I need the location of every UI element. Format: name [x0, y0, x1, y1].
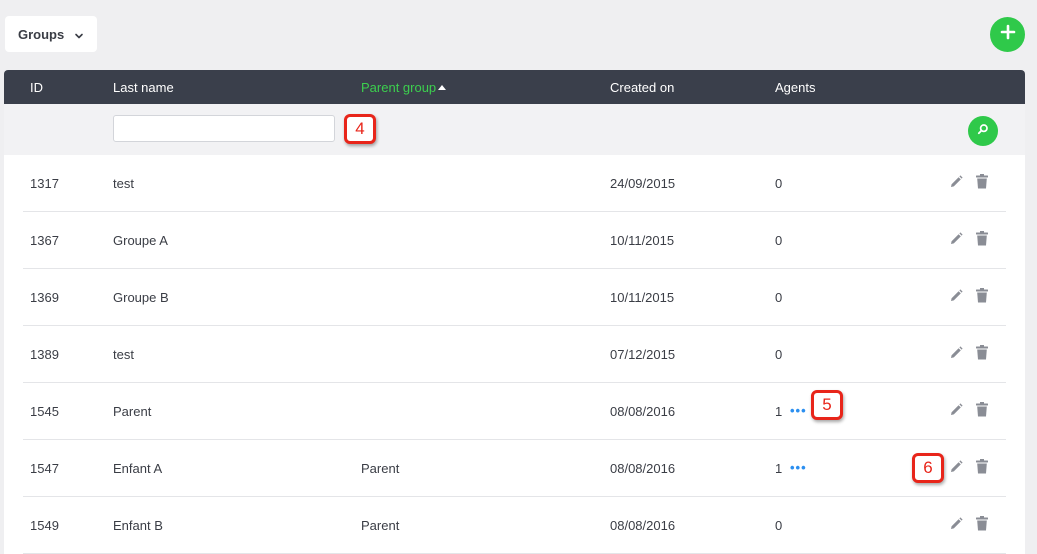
row-id: 1369 — [30, 290, 59, 305]
row-id: 1549 — [30, 518, 59, 533]
row-created-on: 10/11/2015 — [610, 233, 675, 248]
trash-icon[interactable] — [976, 288, 988, 303]
row-last-name: test — [113, 176, 134, 191]
groups-dropdown[interactable]: Groups — [5, 16, 97, 52]
pencil-icon[interactable] — [949, 175, 963, 189]
table-header: ID Last name Parent group Created on Age… — [4, 70, 1025, 104]
plus-icon — [1000, 24, 1016, 45]
trash-icon[interactable] — [976, 174, 988, 189]
row-agents-count: 0 — [775, 347, 783, 362]
row-created-on: 10/11/2015 — [610, 290, 675, 305]
row-agents-count: 0 — [775, 233, 783, 248]
table-row: 1367 Groupe A 10/11/2015 0 — [4, 212, 1025, 269]
row-id: 1317 — [30, 176, 59, 191]
search-button[interactable] — [968, 116, 998, 146]
column-header-parent-group[interactable]: Parent group — [361, 80, 447, 95]
agents-more-button[interactable]: ••• — [790, 403, 807, 418]
row-created-on: 24/09/2015 — [610, 176, 676, 191]
row-created-on: 08/08/2016 — [610, 404, 676, 419]
filter-row: 4 — [4, 104, 1025, 155]
table-row: 1317 test 24/09/2015 0 — [4, 155, 1025, 212]
pencil-icon[interactable] — [949, 517, 963, 531]
pencil-icon[interactable] — [949, 403, 963, 417]
table-row: 1547 Enfant A Parent 08/08/2016 1 ••• 6 — [4, 440, 1025, 497]
row-last-name: Groupe B — [113, 290, 169, 305]
annotation-badge-5: 5 — [811, 390, 843, 420]
sort-ascending-icon — [438, 80, 447, 90]
row-agents-count: 0 — [775, 290, 783, 305]
table-row: 1369 Groupe B 10/11/2015 0 — [4, 269, 1025, 326]
column-header-parent-group-label: Parent group — [361, 80, 437, 95]
row-created-on: 08/08/2016 — [610, 461, 676, 476]
chevron-down-icon — [74, 29, 84, 39]
row-agents-count: 0 — [775, 176, 783, 191]
table-row: 1389 test 07/12/2015 0 — [4, 326, 1025, 383]
row-parent-group: Parent — [361, 461, 400, 476]
row-last-name: Enfant B — [113, 518, 163, 533]
row-last-name: test — [113, 347, 134, 362]
column-header-agents[interactable]: Agents — [775, 80, 815, 95]
column-header-last-name[interactable]: Last name — [113, 80, 174, 95]
row-last-name: Groupe A — [113, 233, 168, 248]
row-last-name: Parent — [113, 404, 152, 419]
add-group-button[interactable] — [990, 17, 1025, 52]
last-name-filter-input[interactable] — [113, 115, 335, 142]
row-id: 1389 — [30, 347, 59, 362]
column-header-id[interactable]: ID — [30, 80, 43, 95]
pencil-icon[interactable] — [949, 289, 963, 303]
row-agents-count: 1 — [775, 461, 783, 476]
search-icon — [977, 122, 989, 140]
column-header-created-on[interactable]: Created on — [610, 80, 674, 95]
table-row: 1545 Parent 08/08/2016 1 ••• 5 — [4, 383, 1025, 440]
pencil-icon[interactable] — [949, 346, 963, 360]
row-agents-count: 1 — [775, 404, 783, 419]
groups-table: ID Last name Parent group Created on Age… — [4, 70, 1025, 554]
trash-icon[interactable] — [976, 402, 988, 417]
annotation-badge-6: 6 — [912, 453, 944, 483]
trash-icon[interactable] — [976, 516, 988, 531]
groups-dropdown-label: Groups — [18, 26, 65, 42]
pencil-icon[interactable] — [949, 460, 963, 474]
trash-icon[interactable] — [976, 231, 988, 246]
row-parent-group: Parent — [361, 518, 400, 533]
row-created-on: 07/12/2015 — [610, 347, 676, 362]
row-id: 1367 — [30, 233, 59, 248]
pencil-icon[interactable] — [949, 232, 963, 246]
trash-icon[interactable] — [976, 459, 988, 474]
trash-icon[interactable] — [976, 345, 988, 360]
row-id: 1545 — [30, 404, 59, 419]
table-row: 1549 Enfant B Parent 08/08/2016 0 — [4, 497, 1025, 554]
row-agents-count: 0 — [775, 518, 783, 533]
agents-more-button[interactable]: ••• — [790, 460, 807, 475]
annotation-badge-4: 4 — [344, 114, 376, 144]
table-body: 1317 test 24/09/2015 0 1367 Groupe A 10/… — [4, 155, 1025, 554]
row-last-name: Enfant A — [113, 461, 163, 476]
row-id: 1547 — [30, 461, 59, 476]
row-created-on: 08/08/2016 — [610, 518, 676, 533]
